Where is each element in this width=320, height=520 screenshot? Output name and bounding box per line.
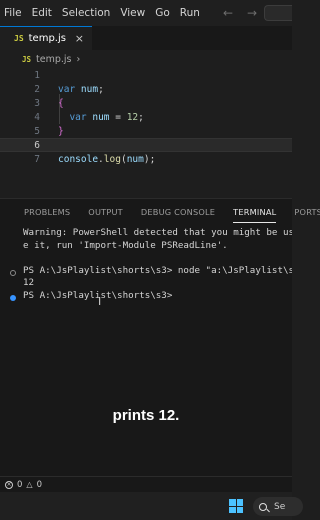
line-number: 1	[34, 69, 40, 81]
terminal-line: PS A:\JsPlaylist\shorts\s3>	[23, 289, 173, 301]
error-count[interactable]: 0	[17, 480, 22, 490]
search-icon	[259, 502, 267, 511]
code-text: console.log(num);	[58, 153, 156, 165]
line-number: 7	[34, 153, 40, 165]
line-number: 2	[34, 83, 40, 95]
line-number: 3	[34, 97, 40, 109]
terminal-line: e it, run 'Import-Module PSReadLine'.	[23, 239, 228, 251]
code-line-current: 6	[0, 138, 292, 152]
menu-bar: File Edit Selection View Go Run ← →	[0, 0, 292, 26]
menu-view[interactable]: View	[115, 7, 150, 19]
tab-debug-console[interactable]: DEBUG CONSOLE	[132, 199, 224, 225]
tab-temp-js[interactable]: JS temp.js ×	[0, 26, 92, 50]
code-line: 5 }	[0, 124, 292, 138]
taskbar-search[interactable]: Se	[253, 497, 303, 516]
arrow-right-icon[interactable]: →	[247, 6, 257, 20]
code-line: 3 {	[0, 96, 292, 110]
terminal-line: PS A:\JsPlaylist\shorts\s3> node "a:\JsP…	[23, 264, 292, 276]
code-text: var num;	[58, 83, 104, 95]
terminal-line: 12	[23, 277, 35, 288]
status-bar: × 0 △ 0	[0, 476, 292, 492]
panel-tab-bar: PROBLEMS OUTPUT DEBUG CONSOLE TERMINAL P…	[0, 199, 320, 225]
line-number: 6	[34, 139, 40, 151]
code-text: var num = 12;	[69, 111, 144, 123]
javascript-file-icon: JS	[22, 54, 32, 64]
command-status-icon[interactable]	[10, 295, 16, 301]
video-caption: prints 12.	[112, 407, 180, 424]
menu-edit[interactable]: Edit	[27, 7, 57, 19]
search-label: Se	[274, 501, 286, 512]
warning-count[interactable]: 0	[37, 480, 42, 490]
tab-terminal[interactable]: TERMINAL	[224, 199, 285, 225]
command-center[interactable]	[264, 5, 292, 21]
windows-taskbar: Se	[0, 492, 303, 520]
tab-ports[interactable]: PORTS	[285, 199, 320, 225]
error-icon[interactable]: ×	[5, 480, 13, 489]
terminal-line: Warning: PowerShell detected that you mi…	[23, 227, 292, 238]
line-number: 4	[34, 111, 40, 123]
text-cursor-icon: I	[98, 295, 102, 308]
code-line: 7 console.log(num);	[0, 152, 292, 166]
menu-run[interactable]: Run	[175, 7, 205, 19]
tab-problems[interactable]: PROBLEMS	[0, 199, 79, 225]
arrow-left-icon[interactable]: ←	[223, 6, 233, 20]
line-number: 5	[34, 125, 40, 137]
bottom-panel: PROBLEMS OUTPUT DEBUG CONSOLE TERMINAL P…	[0, 198, 320, 476]
menu-go[interactable]: Go	[150, 7, 175, 19]
breadcrumb: JS temp.js ›	[0, 50, 292, 68]
breadcrumb-file[interactable]: temp.js	[36, 54, 71, 65]
menu-selection[interactable]: Selection	[57, 7, 115, 19]
tab-label: temp.js	[28, 33, 66, 44]
warning-icon[interactable]: △	[26, 480, 32, 489]
javascript-file-icon: JS	[14, 34, 24, 43]
code-editor[interactable]: 1 2 var num; 3 { 4 var num = 12; 5 } 6 7…	[0, 68, 292, 198]
close-icon[interactable]: ×	[75, 32, 84, 45]
windows-start-icon[interactable]	[229, 499, 243, 513]
command-status-icon[interactable]	[10, 270, 16, 276]
code-line: 1	[0, 68, 292, 82]
terminal-output[interactable]: Warning: PowerShell detected that you mi…	[23, 227, 292, 302]
tab-output[interactable]: OUTPUT	[79, 199, 132, 225]
editor-tab-bar: JS temp.js ×	[0, 26, 292, 50]
navigation-arrows: ← →	[223, 6, 257, 20]
code-text: }	[58, 125, 64, 137]
breadcrumb-separator: ›	[76, 53, 81, 65]
code-line: 2 var num;	[0, 82, 292, 96]
code-text: {	[58, 97, 64, 109]
menu-file[interactable]: File	[0, 7, 27, 19]
code-line: 4 var num = 12;	[0, 110, 292, 124]
